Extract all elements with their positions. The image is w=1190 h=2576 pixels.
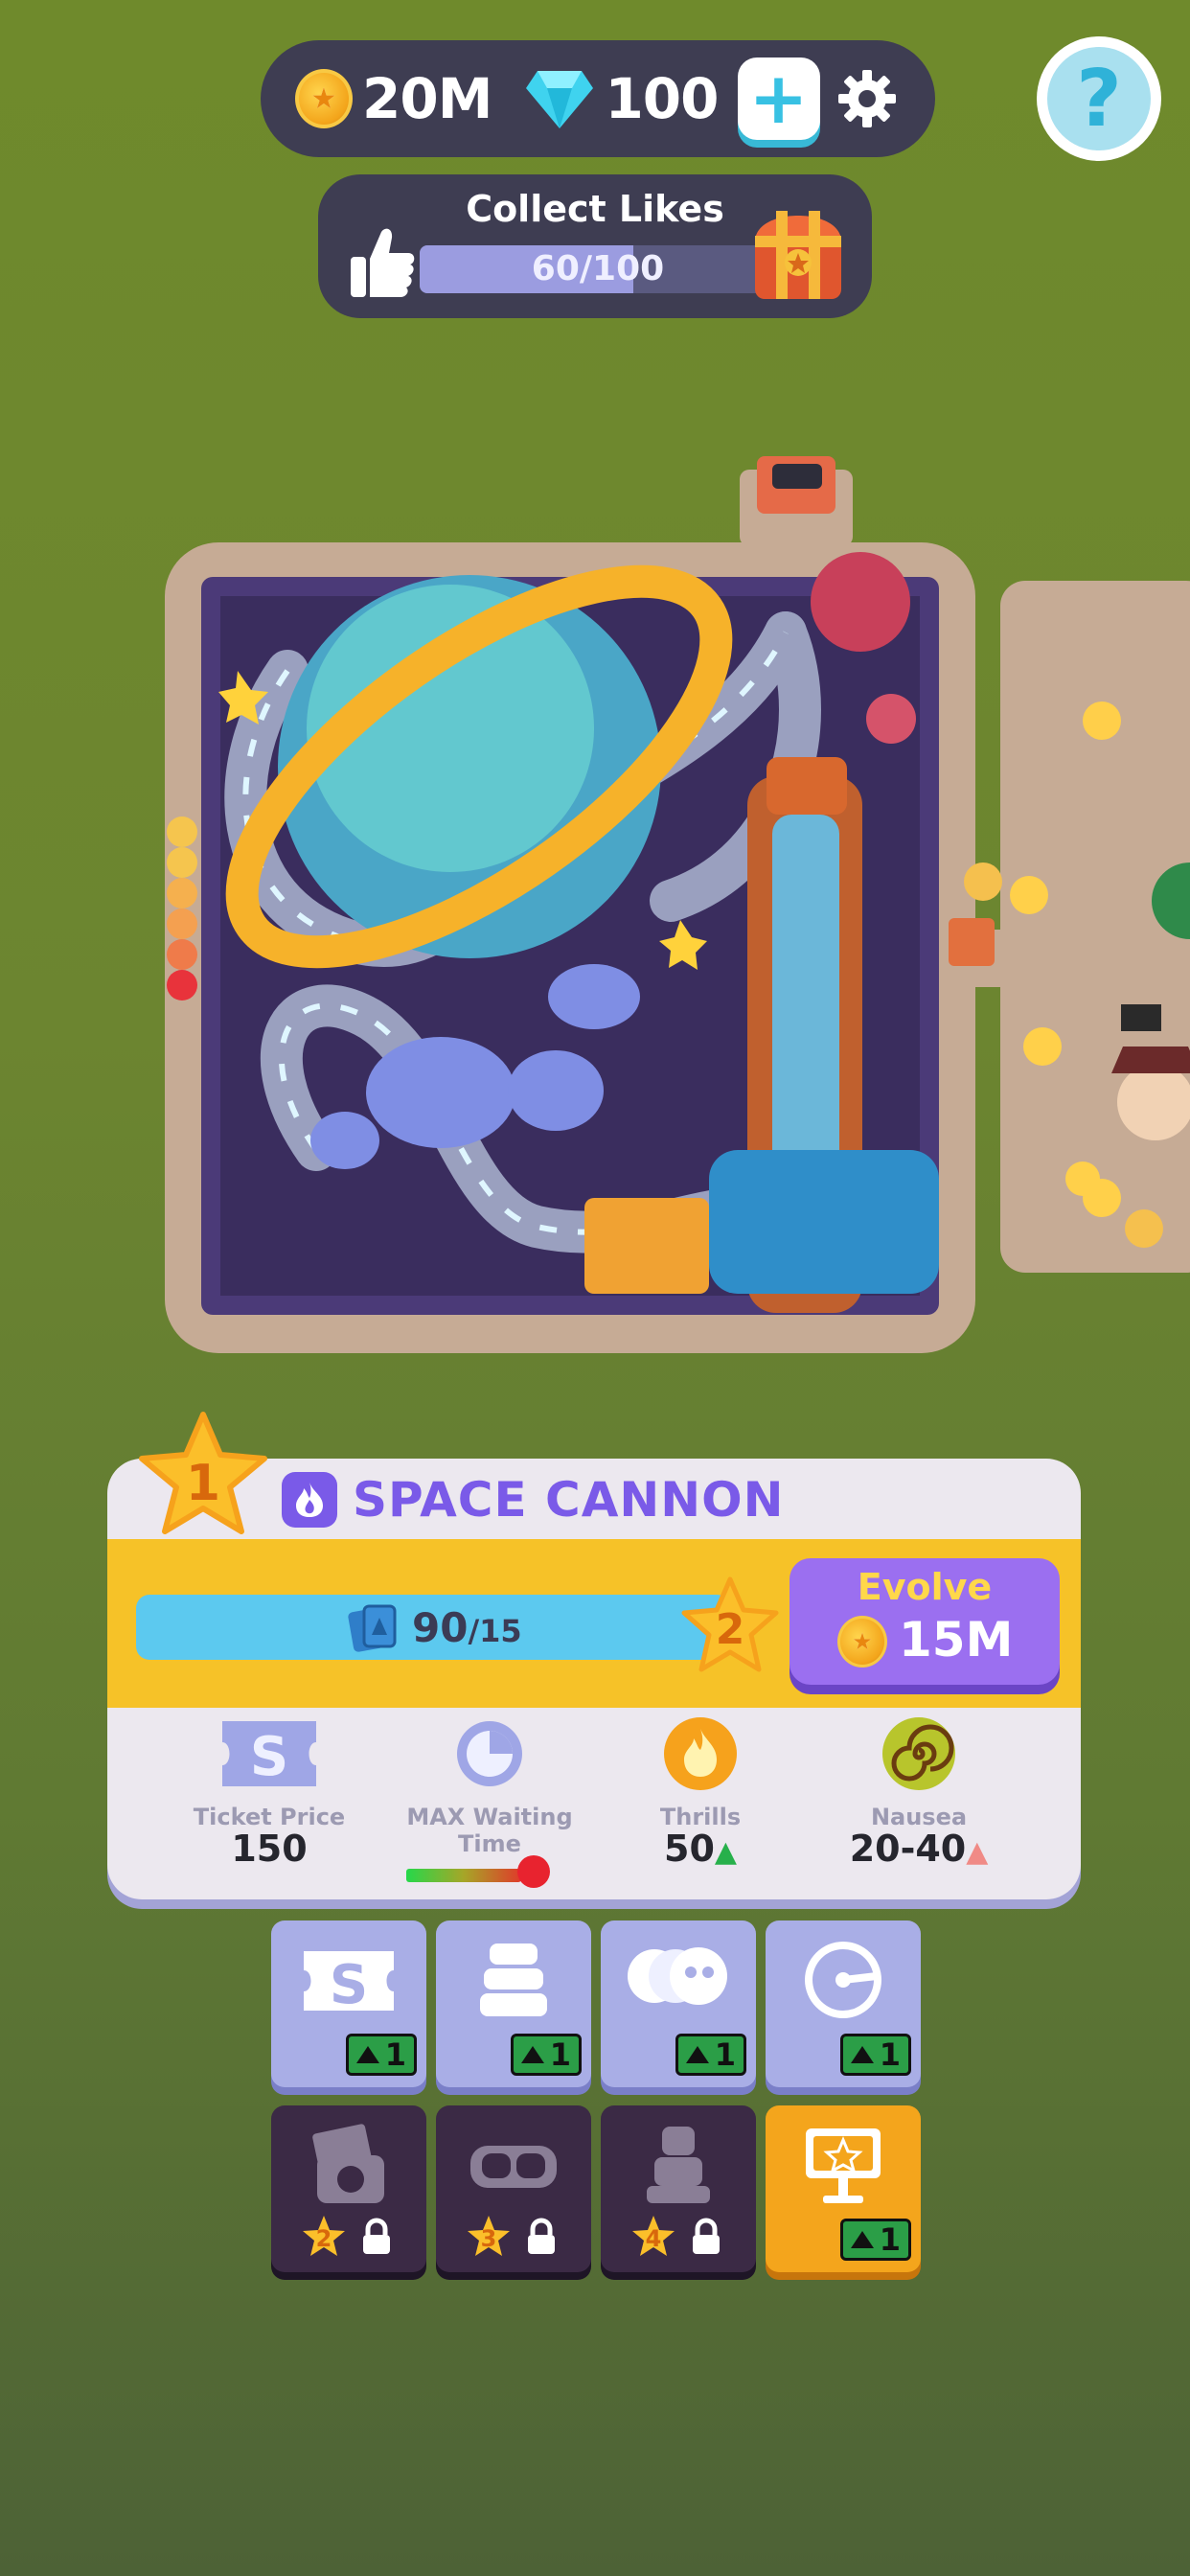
stat-value: 50▲ (664, 1828, 737, 1870)
ticket-icon: S (222, 1721, 316, 1788)
stat-value: 20-40▲ (849, 1828, 989, 1870)
stat-max-waiting-time: MAX Waiting Time (379, 1715, 600, 1888)
vr-goggles-icon (470, 2146, 557, 2188)
ticket-icon: S (304, 1951, 394, 2016)
coin-icon: ★ (837, 1616, 887, 1668)
next-level: 2 (715, 1605, 745, 1654)
park-scene[interactable] (0, 364, 1190, 1380)
question-icon: ? (1047, 47, 1151, 150)
upgrade-speed[interactable]: 1 (766, 1920, 921, 2087)
stat-value: 150 (231, 1828, 308, 1870)
increase-arrow-icon: ▲ (966, 1835, 989, 1869)
stat-label: Nausea (870, 1804, 968, 1830)
upgrade-seats[interactable]: 1 (436, 1920, 591, 2087)
flame-icon (296, 1483, 323, 1517)
upgrade-vr-locked[interactable]: 3 (436, 2105, 591, 2272)
thrill-category-badge (282, 1472, 337, 1528)
stat-label: Ticket Price (193, 1804, 346, 1830)
ride-level: 1 (185, 1455, 221, 1512)
unlock-requirement: 2 (300, 2213, 405, 2261)
upgrade-ticket-price[interactable]: S 1 (271, 1920, 426, 2087)
coin-icon: ★ (295, 69, 353, 128)
billboard-icon (806, 2128, 881, 2203)
upgrade-capacity[interactable]: 1 (601, 1920, 756, 2087)
add-currency-button[interactable]: + (737, 58, 820, 140)
coin-amount: 20M (362, 66, 492, 131)
treasure-chest-icon (755, 211, 841, 299)
lock-icon (528, 2218, 555, 2254)
evolve-cost: 15M (899, 1612, 1014, 1668)
upgrade-level-badge: 1 (675, 2034, 746, 2076)
cards-required: /15 (468, 1613, 522, 1649)
seats-icon (480, 1944, 547, 2016)
help-button[interactable]: ? (1037, 36, 1161, 161)
gem-counter: 100 (492, 66, 720, 131)
card-progress-text: 90/15 (412, 1600, 522, 1656)
stat-ticket-price: S Ticket Price 150 (159, 1715, 379, 1869)
ride-name: SPACE CANNON (353, 1472, 785, 1528)
evolve-button[interactable]: Evolve ★ 15M (790, 1558, 1060, 1685)
upgrade-level-badge: 1 (839, 2034, 911, 2076)
unlock-requirement: 4 (629, 2213, 735, 2261)
upgrade-level-badge: 1 (839, 2219, 911, 2261)
increase-arrow-icon: ▲ (714, 1835, 737, 1869)
gear-icon[interactable] (835, 67, 899, 130)
upgrade-billboard[interactable]: 1 (766, 2105, 921, 2272)
stat-label: Thrills (659, 1804, 742, 1830)
ride-cards-icon (348, 1604, 397, 1652)
required-level-star: 2 (300, 2213, 348, 2261)
flame-icon (664, 1717, 737, 1790)
thumbs-up-icon (351, 228, 415, 297)
upgrade-seat-locked[interactable]: 4 (601, 2105, 756, 2272)
clock-icon (457, 1721, 522, 1786)
evolve-label: Evolve (857, 1566, 993, 1608)
gem-icon (526, 71, 594, 128)
svg-text:S: S (330, 1954, 368, 2016)
lock-icon (693, 2218, 720, 2254)
angry-face-icon (517, 1855, 550, 1888)
cards-owned: 90 (412, 1604, 469, 1651)
gem-amount: 100 (605, 66, 719, 131)
speed-gauge-icon (805, 1942, 881, 2018)
photo-camera-icon (312, 2124, 384, 2203)
required-level-star: 3 (465, 2213, 513, 2261)
coin-counter: ★ 20M (295, 66, 492, 131)
likes-progress-text: 60/100 (531, 249, 665, 288)
capacity-icon (628, 1947, 727, 2005)
upgrade-level-badge: 1 (510, 2034, 582, 2076)
plus-icon: + (748, 58, 809, 140)
stat-label: MAX Waiting Time (406, 1804, 573, 1857)
seat-icon (647, 2127, 710, 2203)
waiting-time-meter (406, 1855, 550, 1888)
lock-icon (363, 2218, 390, 2254)
upgrade-level-badge: 1 (345, 2034, 417, 2076)
ride-info-panel: 1 SPACE CANNON 90/15 2 Evolve ★ 15M S Ti… (107, 1412, 1081, 1899)
upgrade-photo-locked[interactable]: 2 (271, 2105, 426, 2272)
currency-bar: ★ 20M 100 + (261, 40, 935, 157)
stat-nausea: Nausea 20-40▲ (809, 1715, 1029, 1869)
spiral-icon (882, 1717, 955, 1790)
required-level-star: 4 (629, 2213, 677, 2261)
stat-thrills: Thrills 50▲ (590, 1715, 811, 1869)
unlock-requirement: 3 (465, 2213, 570, 2261)
collect-likes-panel[interactable]: Collect Likes 60/100 (318, 174, 872, 318)
svg-text:S: S (250, 1726, 288, 1788)
